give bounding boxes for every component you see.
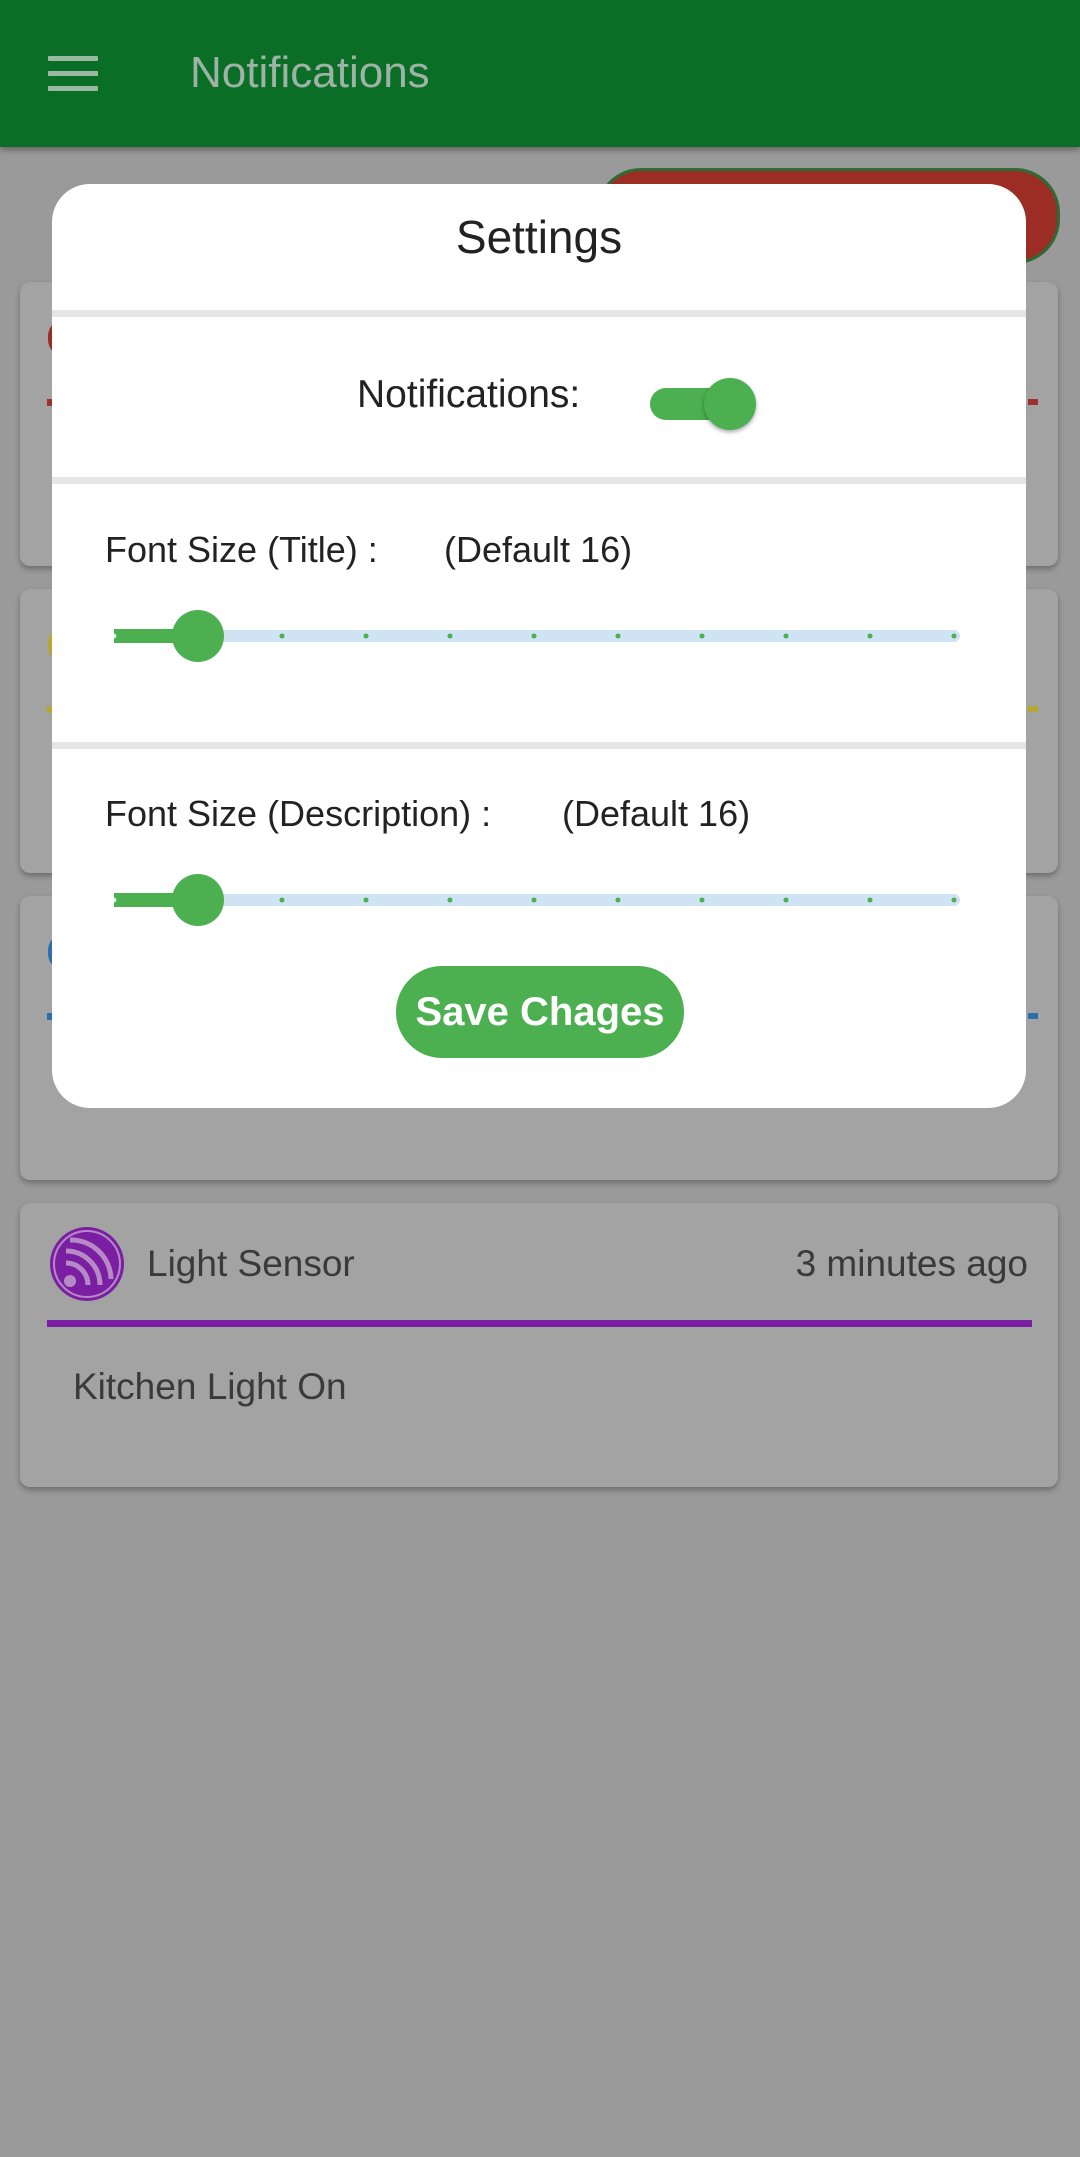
slider-track bbox=[114, 610, 960, 662]
card-timestamp: 3 minutes ago bbox=[795, 1243, 1028, 1284]
slider-tick bbox=[615, 897, 621, 903]
espressif-logo-icon bbox=[50, 1227, 124, 1301]
slider-tick bbox=[783, 897, 789, 903]
slider-tick bbox=[951, 897, 957, 903]
font-size-title-label: Font Size (Title) : bbox=[105, 529, 378, 570]
font-size-description-label: Font Size (Description) : bbox=[105, 793, 492, 834]
slider-tick bbox=[363, 633, 369, 639]
slider-tick bbox=[783, 633, 789, 639]
card-accent-line bbox=[47, 1320, 1032, 1327]
slider-tick bbox=[363, 897, 369, 903]
slider-tick bbox=[951, 633, 957, 639]
divider bbox=[52, 742, 1026, 749]
page-title: Notifications bbox=[190, 48, 430, 97]
notifications-label: Notifications: bbox=[357, 373, 581, 416]
notifications-toggle[interactable] bbox=[650, 378, 756, 430]
toggle-thumb[interactable] bbox=[704, 378, 756, 430]
save-changes-button[interactable]: Save Chages bbox=[396, 966, 684, 1058]
slider-thumb[interactable] bbox=[172, 610, 224, 662]
card-source: Light Sensor bbox=[147, 1243, 355, 1284]
slider-tick bbox=[699, 633, 705, 639]
slider-tick bbox=[279, 897, 285, 903]
app-bar: Notifications bbox=[0, 0, 1080, 147]
card-message: Kitchen Light On bbox=[73, 1366, 347, 1407]
slider-tick bbox=[531, 897, 537, 903]
slider-tick bbox=[447, 633, 453, 639]
slider-tick bbox=[447, 897, 453, 903]
notification-card-light-sensor[interactable]: Light Sensor 3 minutes ago Kitchen Light… bbox=[20, 1203, 1058, 1487]
slider-tick bbox=[699, 897, 705, 903]
slider-tick bbox=[867, 633, 873, 639]
font-size-title-slider[interactable] bbox=[114, 606, 970, 666]
hamburger-menu-icon[interactable] bbox=[48, 56, 98, 92]
font-size-description-default: (Default 16) bbox=[562, 793, 751, 834]
slider-track bbox=[114, 874, 960, 926]
dialog-title: Settings bbox=[455, 211, 623, 263]
slider-tick bbox=[279, 633, 285, 639]
slider-thumb[interactable] bbox=[172, 874, 224, 926]
settings-dialog: Settings Notifications: Font Size (Title… bbox=[52, 184, 1026, 1108]
slider-tick bbox=[615, 633, 621, 639]
slider-tick bbox=[867, 897, 873, 903]
font-size-title-default: (Default 16) bbox=[444, 529, 633, 570]
divider bbox=[52, 477, 1026, 484]
font-size-description-slider[interactable] bbox=[114, 870, 970, 930]
slider-tick bbox=[531, 633, 537, 639]
divider bbox=[52, 310, 1026, 317]
